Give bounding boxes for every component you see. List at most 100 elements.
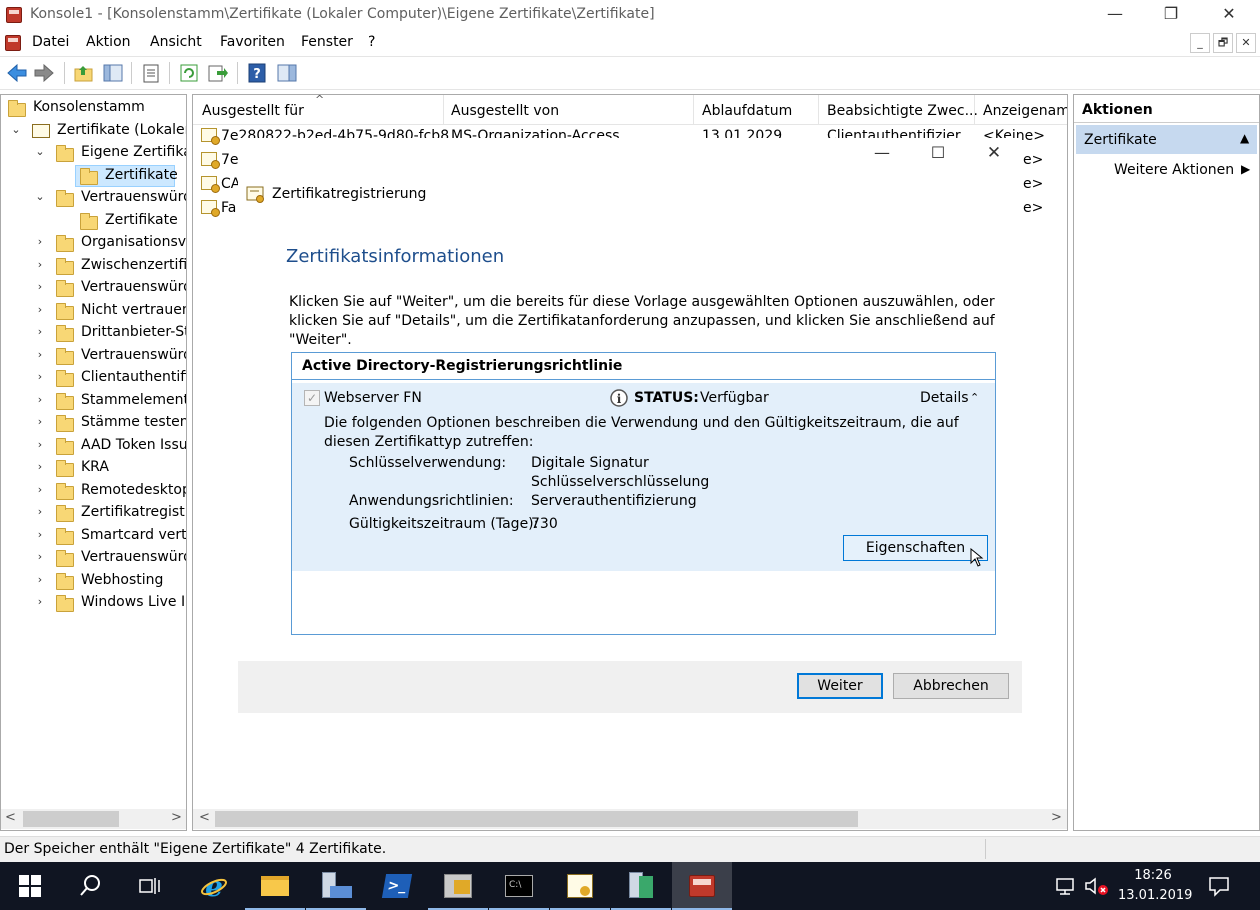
chevron-right-icon[interactable]: › (34, 325, 46, 338)
tray-clock[interactable]: 18:26 13.01.2019 (1118, 866, 1192, 906)
cancel-button[interactable]: Abbrechen (893, 673, 1009, 699)
windows-start-icon[interactable] (19, 875, 41, 897)
column-separator[interactable] (818, 95, 819, 125)
internet-explorer-icon[interactable]: e (200, 872, 228, 900)
tree-item[interactable]: › Nicht vertrauens (1, 300, 186, 322)
restore-button[interactable]: ❐ (1148, 0, 1194, 30)
taskbar-powershell[interactable]: >_ (367, 862, 427, 910)
mdi-close-button[interactable]: ✕ (1236, 33, 1256, 53)
scroll-thumb[interactable] (215, 811, 858, 827)
column-separator[interactable] (693, 95, 694, 125)
tree-item[interactable]: › Smartcard vertra (1, 525, 186, 547)
tree-item[interactable]: › Vertrauenswürdi (1, 277, 186, 299)
dialog-close-button[interactable]: ✕ (976, 143, 1012, 171)
forward-arrow-icon[interactable] (33, 63, 55, 83)
help-icon[interactable]: ? (246, 62, 268, 84)
tree-item[interactable]: Zertifikate (1, 164, 186, 187)
show-hide-tree-icon[interactable] (102, 62, 124, 84)
menu-aktion[interactable]: Aktion (86, 34, 131, 50)
more-actions-item[interactable]: Weitere Aktionen ▶ (1114, 161, 1254, 183)
column-separator[interactable] (443, 95, 444, 125)
collapse-up-icon[interactable]: ▲ (1240, 131, 1249, 145)
scroll-left-icon[interactable]: < (199, 810, 210, 825)
taskbar-mmc-console[interactable] (672, 862, 732, 910)
refresh-icon[interactable] (178, 62, 200, 84)
tree-item[interactable]: › Remotedesktop (1, 480, 186, 502)
scroll-left-icon[interactable]: < (5, 810, 16, 825)
column-expiration[interactable]: Ablaufdatum (702, 103, 792, 119)
taskbar-file-explorer[interactable] (245, 862, 305, 910)
menu-help[interactable]: ? (368, 34, 375, 50)
taskbar-command-prompt[interactable]: C:\ (489, 862, 549, 910)
close-button[interactable]: ✕ (1206, 0, 1252, 30)
chevron-right-icon[interactable]: › (34, 393, 46, 406)
menu-datei[interactable]: Datei (32, 34, 69, 50)
tree-item[interactable]: › Vertrauenswürdi (1, 547, 186, 569)
chevron-right-icon[interactable]: › (34, 348, 46, 361)
tree-item[interactable]: ⌄ Zertifikate (Lokaler C (1, 120, 186, 142)
chevron-right-icon[interactable]: › (34, 280, 46, 293)
show-hide-action-pane-icon[interactable] (276, 62, 298, 84)
column-separator[interactable] (974, 95, 975, 125)
tree-item[interactable]: › Zertifikatregistri (1, 502, 186, 524)
menu-favoriten[interactable]: Favoriten (220, 34, 285, 50)
scroll-thumb[interactable] (23, 811, 119, 827)
mdi-system-icon[interactable] (5, 35, 21, 51)
tree-item[interactable]: › Stämme testen (1, 412, 186, 434)
dialog-maximize-button[interactable]: ☐ (920, 143, 956, 171)
volume-muted-icon[interactable] (1084, 876, 1110, 896)
tree-item[interactable]: › Clientauthentifiz (1, 367, 186, 389)
list-horizontal-scrollbar[interactable]: < > (193, 809, 1067, 829)
chevron-right-icon[interactable]: › (34, 505, 46, 518)
chevron-down-icon[interactable]: ⌄ (10, 123, 22, 136)
column-issued-to[interactable]: Ausgestellt für (202, 103, 304, 119)
back-arrow-icon[interactable] (6, 63, 28, 83)
chevron-right-icon[interactable]: › (34, 550, 46, 563)
column-issued-by[interactable]: Ausgestellt von (451, 103, 559, 119)
tree-item[interactable]: ⌄ Vertrauenswürdi (1, 187, 186, 209)
tree-item[interactable]: › Drittanbieter-Sta (1, 322, 186, 344)
properties-button[interactable]: Eigenschaften (843, 535, 988, 561)
chevron-right-icon[interactable]: › (34, 303, 46, 316)
taskbar-certificate-tool[interactable] (550, 862, 610, 910)
details-toggle[interactable]: Details ⌃ (918, 390, 988, 410)
menu-ansicht[interactable]: Ansicht (150, 34, 202, 50)
taskbar-server-manager[interactable] (306, 862, 366, 910)
tree-item[interactable]: Konsolenstamm (1, 97, 186, 119)
template-checkbox[interactable]: ✓ (304, 390, 320, 406)
scroll-right-icon[interactable]: > (171, 810, 182, 825)
taskbar-management-tool[interactable] (428, 862, 488, 910)
chevron-right-icon[interactable]: › (34, 528, 46, 541)
actions-section-certificates[interactable]: Zertifikate ▲ (1076, 125, 1257, 154)
mdi-restore-button[interactable]: 🗗 (1213, 33, 1233, 53)
column-intended-purposes[interactable]: Beabsichtigte Zwec... (827, 103, 978, 119)
chevron-right-icon[interactable]: › (34, 415, 46, 428)
tree-item[interactable]: › Windows Live ID (1, 592, 186, 614)
column-friendly-name[interactable]: Anzeigenam (983, 103, 1067, 119)
chevron-right-icon[interactable]: › (34, 438, 46, 451)
tree-item[interactable]: › AAD Token Issu (1, 435, 186, 457)
export-list-icon[interactable] (207, 62, 229, 84)
chevron-right-icon[interactable]: › (34, 460, 46, 473)
network-icon[interactable] (1055, 876, 1077, 896)
tree-item[interactable]: ⌄ Eigene Zertifikat (1, 142, 186, 164)
action-center-icon[interactable] (1208, 875, 1230, 897)
chevron-right-icon[interactable]: › (34, 483, 46, 496)
dialog-minimize-button[interactable]: — (860, 143, 904, 171)
properties-sheet-icon[interactable] (140, 62, 162, 84)
scroll-right-icon[interactable]: > (1051, 810, 1062, 825)
tree-item[interactable]: › Stammelemente (1, 390, 186, 412)
tree-item[interactable]: › Zwischenzertifiz (1, 255, 186, 277)
chevron-right-icon[interactable]: › (34, 235, 46, 248)
tree-item[interactable]: › Vertrauenswürdi (1, 345, 186, 367)
tree-item[interactable]: › Organisationsve (1, 232, 186, 254)
tree-item[interactable]: › Webhosting (1, 570, 186, 592)
task-view-icon[interactable] (139, 876, 161, 896)
tree-horizontal-scrollbar[interactable]: < > (1, 809, 186, 829)
search-icon[interactable] (80, 874, 102, 898)
menu-fenster[interactable]: Fenster (301, 34, 353, 50)
chevron-right-icon[interactable]: › (34, 595, 46, 608)
up-folder-icon[interactable] (73, 62, 95, 84)
next-button[interactable]: Weiter (797, 673, 883, 699)
taskbar-sync-tool[interactable] (611, 862, 671, 910)
